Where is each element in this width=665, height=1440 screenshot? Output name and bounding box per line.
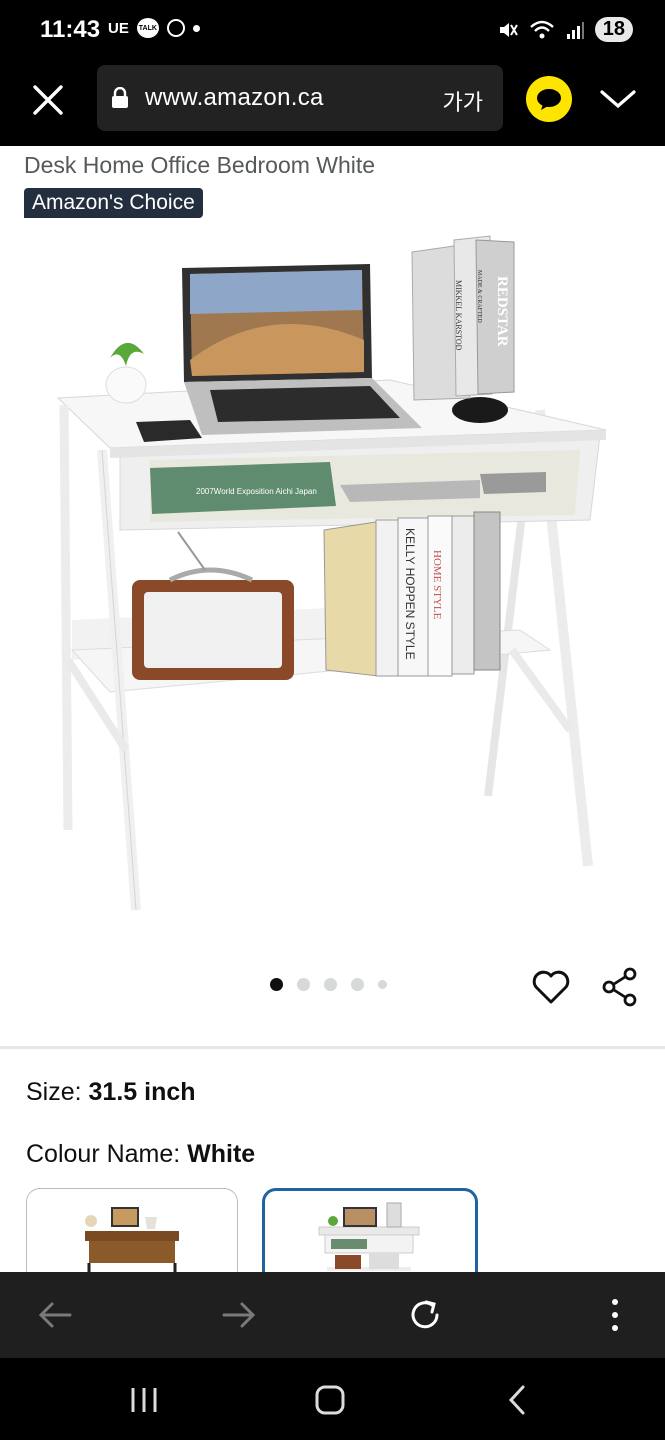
size-label: Size: [26, 1078, 89, 1106]
kakaotalk-notification-icon: TALK [136, 18, 159, 38]
status-time: 11:43 [40, 16, 101, 43]
kakaotalk-icon [537, 89, 561, 110]
notification-icons: UE TALK [108, 18, 200, 38]
url-bar[interactable]: www.amazon.ca 가가 [97, 65, 503, 131]
colour-label: Colour Name: [26, 1140, 188, 1168]
colour-value: White [187, 1140, 256, 1168]
chevron-down-icon[interactable] [596, 84, 640, 114]
url-text: www.amazon.ca [145, 84, 324, 111]
status-bar: 11:43 UE TALK 18 [0, 0, 665, 62]
battery-level: 18 [594, 17, 633, 42]
sync-icon [166, 19, 185, 37]
colour-row: Colour Name: White [26, 1140, 255, 1169]
carousel-dot[interactable] [297, 978, 310, 991]
signal-icon [566, 21, 584, 39]
back-icon[interactable] [500, 1382, 536, 1418]
image-carousel-dots[interactable] [270, 978, 387, 991]
image-text-book-2: MADE & CRAFTED [476, 270, 482, 323]
wifi-icon [529, 20, 554, 38]
text-size-button[interactable]: 가가 [443, 85, 483, 117]
carrier-label: UE [108, 19, 129, 37]
recents-icon[interactable] [126, 1384, 162, 1416]
image-text-book-kelly: KELLY HOPPEN STYLE [403, 528, 417, 660]
mute-icon [499, 22, 518, 37]
more-vert-icon[interactable] [600, 1296, 630, 1334]
back-arrow-icon[interactable] [36, 1296, 74, 1334]
carousel-dot[interactable] [378, 980, 387, 989]
heart-icon[interactable] [530, 966, 572, 1008]
lock-icon [112, 87, 128, 108]
close-icon[interactable] [28, 80, 68, 120]
image-text-book-3: REDSTAR [494, 276, 510, 347]
product-image[interactable]: MIKKEL KARSTOD MADE & CRAFTED REDSTAR 20… [40, 230, 630, 930]
section-divider [0, 1046, 665, 1049]
title-cut-mask [0, 146, 665, 154]
home-icon[interactable] [312, 1382, 348, 1418]
size-value: 31.5 inch [88, 1078, 196, 1106]
carousel-dot[interactable] [351, 978, 364, 991]
amazons-choice-badge[interactable]: Amazon's Choice [24, 188, 203, 218]
carousel-dot[interactable] [270, 978, 283, 991]
system-navigation-bar [0, 1358, 665, 1440]
image-text-box-label: 2007World Exposition Aichi Japan [196, 487, 317, 496]
share-icon[interactable] [600, 966, 642, 1008]
more-notifications-dot-icon [192, 24, 200, 32]
product-title[interactable]: Desk Home Office Bedroom White [24, 152, 375, 179]
system-status-icons: 18 [497, 17, 633, 42]
carousel-dot[interactable] [324, 978, 337, 991]
browser-bar: www.amazon.ca 가가 [0, 62, 665, 146]
browser-toolbar [0, 1272, 665, 1358]
kakaotalk-button[interactable] [526, 76, 572, 122]
image-text-book-1: MIKKEL KARSTOD [454, 280, 463, 351]
forward-arrow-icon[interactable] [220, 1296, 258, 1334]
size-row: Size: 31.5 inch [26, 1078, 196, 1107]
refresh-icon[interactable] [406, 1296, 444, 1334]
image-text-book-home: HOME STYLE [431, 550, 443, 620]
